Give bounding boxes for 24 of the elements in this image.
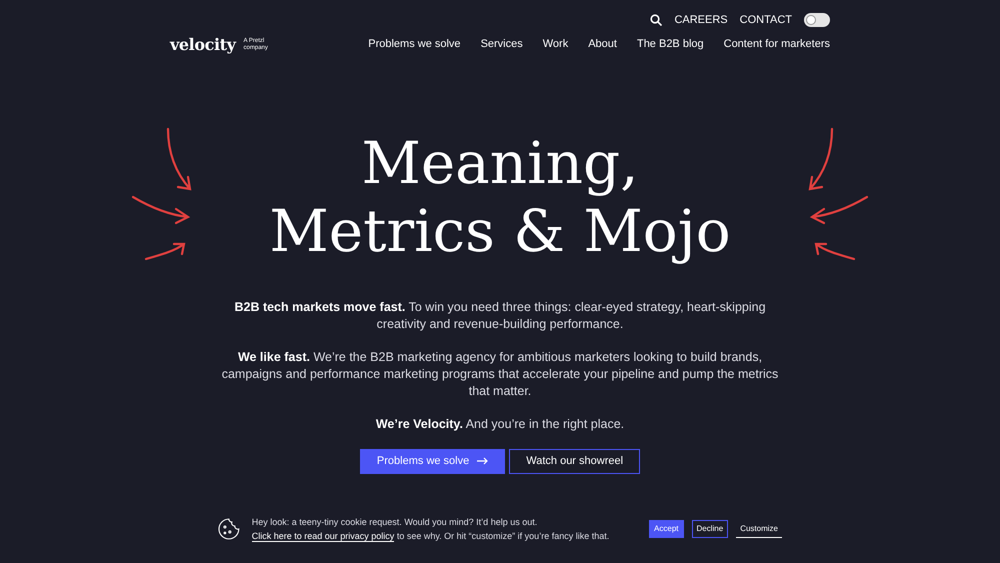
hero-paragraph: We’re Velocity. And you’re in the right place. — [374, 416, 626, 432]
theme-toggle[interactable] — [804, 13, 830, 28]
utility-link[interactable]: CAREERS — [674, 12, 728, 28]
arrow-right-icon — [477, 457, 488, 465]
cookie-icon — [218, 518, 240, 540]
cookie-message: Hey look: a teeny-tiny cookie request. Would you mind? It’d help us out. Click here to read our privacy policy to see why. Or hit “customize” if you’re fancy like that. — [252, 516, 610, 543]
nav-link[interactable]: Problems we solve — [368, 36, 461, 53]
nav-link[interactable]: The B2B blog — [636, 36, 704, 53]
nav-link[interactable]: Work — [542, 36, 568, 53]
nav-link[interactable]: Services — [480, 36, 523, 53]
cookie-button[interactable]: Customize — [736, 520, 782, 538]
cta-button[interactable]: Problems we solve — [360, 448, 506, 474]
nav-link[interactable]: Content for marketers — [724, 36, 830, 53]
cta-button[interactable]: Watch our showreel — [509, 448, 640, 474]
nav-link[interactable]: About — [588, 36, 617, 53]
cookie-button[interactable]: Decline — [692, 520, 728, 538]
utility-link[interactable]: CONTACT — [740, 12, 792, 28]
search-icon[interactable] — [650, 14, 662, 26]
hero-heading: Meaning, Metrics & Mojo — [268, 128, 732, 264]
hero-paragraph: We like fast. We’re the B2B marketing agency for ambitious marketers looking to build brands, campaigns and performance marketing programs that accelerate your pipeline and pump the metrics that matter. — [220, 348, 780, 400]
cookie-button[interactable]: Accept — [649, 520, 684, 538]
logo[interactable]: velocity — [170, 32, 236, 56]
privacy-policy-link[interactable]: Click here to read our privacy policy — [252, 531, 394, 542]
hero-paragraph: B2B tech markets move fast. To win you need three things: clear-eyed strategy, heart-skipping creativity and revenue-building performance. — [233, 298, 767, 332]
